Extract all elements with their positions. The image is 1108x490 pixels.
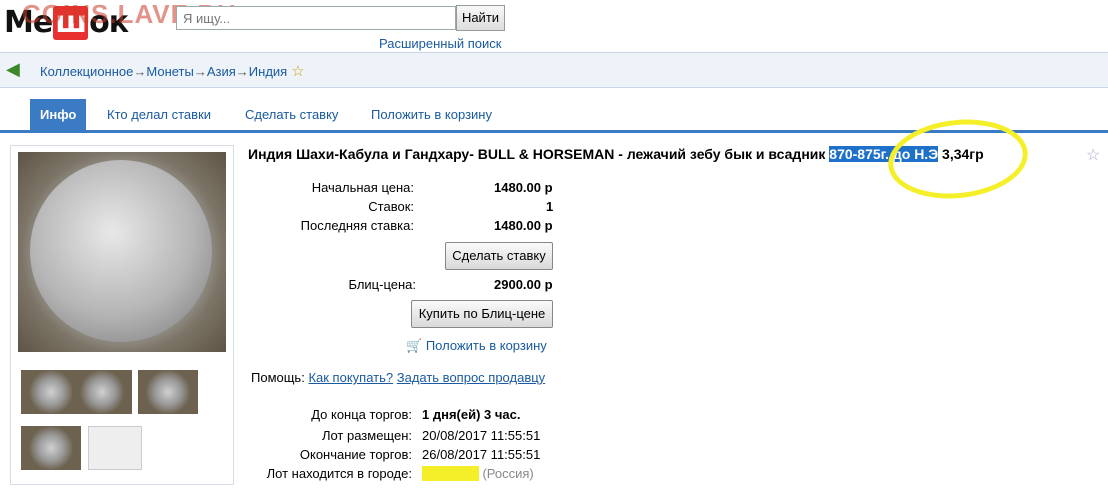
cart-icon: 🛒 bbox=[406, 338, 423, 353]
breadcrumb-item-coins[interactable]: Монеты bbox=[146, 64, 193, 79]
breadcrumb-sep: → bbox=[133, 64, 147, 79]
help-row: Помощь: Как покупать? Задать вопрос прод… bbox=[251, 370, 545, 385]
favorite-star-icon[interactable]: ☆ bbox=[291, 63, 304, 80]
start-price-label: Начальная цена: bbox=[311, 180, 414, 195]
advanced-search-link[interactable]: Расширенный поиск bbox=[379, 36, 501, 51]
tab-bidders[interactable]: Кто делал ставки bbox=[97, 99, 221, 131]
thumbnail-3[interactable] bbox=[138, 370, 198, 414]
bids-value: 1 bbox=[546, 199, 554, 214]
back-arrow-icon[interactable]: ◀ bbox=[6, 60, 26, 80]
end-label: Окончание торгов: bbox=[299, 447, 412, 462]
lot-title: Индия Шахи-Кабула и Гандхару- BULL & HOR… bbox=[248, 146, 984, 162]
country-value: (Россия) bbox=[482, 466, 534, 481]
tab-add-to-cart[interactable]: Положить в корзину bbox=[361, 99, 502, 131]
breadcrumb-item-asia[interactable]: Азия bbox=[207, 64, 236, 79]
coin-icon bbox=[30, 160, 212, 342]
add-to-cart-label: Положить в корзину bbox=[425, 338, 547, 353]
end-value: 26/08/2017 11:55:51 bbox=[422, 447, 541, 462]
placed-value: 20/08/2017 11:55:51 bbox=[422, 428, 541, 443]
ends-value: 1 дня(ей) 3 час. bbox=[422, 407, 521, 422]
breadcrumb-sep: → bbox=[235, 64, 249, 79]
breadcrumb-item-india[interactable]: Индия bbox=[249, 64, 287, 79]
city-value: Люберцы bbox=[422, 466, 479, 481]
lot-title-main: Индия Шахи-Кабула и Гандхару- BULL & HOR… bbox=[248, 146, 830, 162]
thumbnail-2[interactable] bbox=[72, 370, 132, 414]
ask-seller-link[interactable]: Задать вопрос продавцу bbox=[397, 370, 545, 385]
buy-blitz-button[interactable]: Купить по Блиц-цене bbox=[411, 300, 553, 328]
blitz-price-value: 2900.00 р bbox=[494, 277, 553, 292]
placed-label: Лот размещен: bbox=[321, 428, 412, 443]
tab-info[interactable]: Инфо bbox=[30, 99, 87, 131]
thumbnail-5[interactable] bbox=[88, 426, 142, 470]
search-input[interactable] bbox=[176, 6, 456, 30]
city-label: Лот находится в городе: bbox=[266, 466, 412, 481]
breadcrumb-item-collectibles[interactable]: Коллекционное bbox=[40, 64, 133, 79]
watch-star-icon[interactable]: ☆ bbox=[1086, 145, 1100, 165]
how-to-buy-link[interactable]: Как покупать? bbox=[308, 370, 393, 385]
ends-label: До конца торгов: bbox=[311, 407, 412, 422]
last-bid-label: Последняя ставка: bbox=[300, 218, 414, 233]
blitz-price-label: Блиц-цена: bbox=[348, 277, 416, 292]
add-to-cart-link[interactable]: 🛒 Положить в корзину bbox=[406, 338, 547, 354]
start-price-value: 1480.00 р bbox=[494, 180, 553, 195]
city-row: Люберцы (Россия) bbox=[422, 466, 534, 481]
tab-make-bid[interactable]: Сделать ставку bbox=[235, 99, 348, 131]
thumbnail-4[interactable] bbox=[21, 426, 81, 470]
breadcrumb: Коллекционное→Монеты→Азия→Индия ☆ bbox=[40, 62, 305, 80]
search-button[interactable]: Найти bbox=[456, 5, 505, 31]
make-bid-button[interactable]: Сделать ставку bbox=[445, 242, 553, 270]
bids-label: Ставок: bbox=[368, 199, 414, 214]
last-bid-value: 1480.00 р bbox=[494, 218, 553, 233]
help-label: Помощь: bbox=[251, 370, 305, 385]
breadcrumb-sep: → bbox=[193, 64, 207, 79]
